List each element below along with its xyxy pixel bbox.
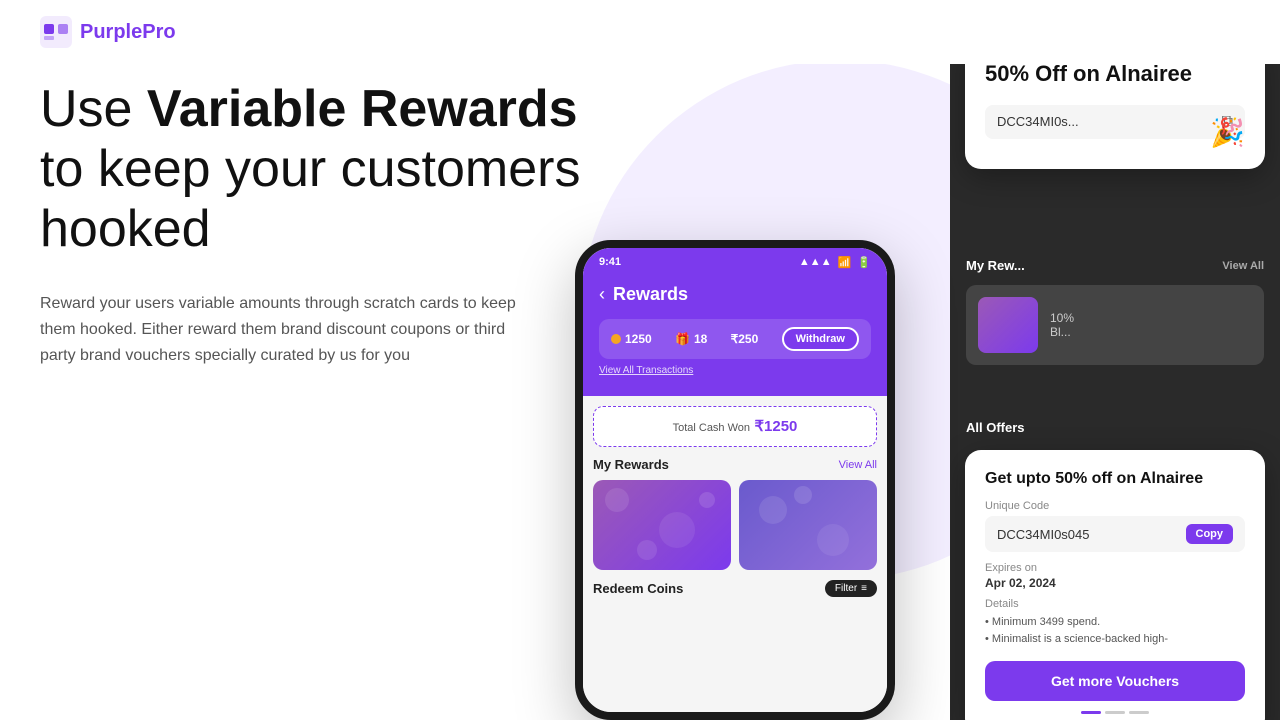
phone-screen: 9:41 ▲▲▲ 📶 🔋 ‹ Rewards 1250 🎁 18	[583, 248, 887, 712]
right-my-rewards: My Rew... View All 10%Bl...	[950, 250, 1280, 369]
phone-body: Total Cash Won ₹1250 My Rewards View All	[583, 396, 887, 613]
gifts-stat: 🎁 18	[675, 332, 707, 346]
offer-card-title: Get upto 50% off on Alnairee	[985, 470, 1245, 488]
coupon-code-row: DCC34MI0s... ⧉	[985, 105, 1245, 139]
left-content: Use Variable Rewards to keep your custom…	[40, 80, 600, 368]
scroll-dot-2	[1105, 711, 1125, 714]
phone-stats-row: 1250 🎁 18 ₹250 Withdraw	[599, 319, 871, 359]
phone-header-row: ‹ Rewards	[599, 284, 871, 305]
scroll-dot-3	[1129, 711, 1149, 714]
reward-card-2[interactable]	[739, 480, 877, 570]
headline: Use Variable Rewards to keep your custom…	[40, 80, 600, 259]
view-all-transactions-link[interactable]: View All Transactions	[599, 365, 871, 376]
rupees-stat: ₹250	[731, 332, 759, 346]
coins-stat: 1250	[611, 332, 652, 346]
offer-code: DCC34MI0s045	[997, 527, 1090, 542]
offer-code-row: DCC34MI0s045 Copy	[985, 516, 1245, 552]
right-panel: 1250 🔋 18 250 50% Off on Alnairee DCC34M…	[950, 0, 1280, 720]
my-rewards-header: My Rewards View All	[593, 457, 877, 472]
logo: PurplePro	[40, 16, 176, 48]
logo-text: PurplePro	[80, 21, 176, 44]
coupon-code: DCC34MI0s...	[997, 114, 1079, 129]
header: PurplePro	[0, 0, 1280, 64]
right-my-rewards-header: My Rew... View All	[950, 250, 1280, 281]
scroll-dot-1	[1081, 711, 1101, 714]
coupon-title: 50% Off on Alnairee	[985, 60, 1245, 89]
expires-label: Expires on	[985, 562, 1245, 574]
confetti-icon: 🎉	[1210, 116, 1245, 149]
all-offers-title: All Offers	[966, 420, 1264, 435]
withdraw-button[interactable]: Withdraw	[782, 327, 859, 351]
details-list: • Minimum 3499 spend. • Minimalist is a …	[985, 614, 1245, 647]
redeem-row: Redeem Coins Filter ≡	[593, 580, 877, 597]
phone-status-bar: 9:41 ▲▲▲ 📶 🔋	[583, 248, 887, 276]
reward-card-2-art	[739, 480, 877, 570]
phone-mockup: 9:41 ▲▲▲ 📶 🔋 ‹ Rewards 1250 🎁 18	[575, 240, 895, 720]
cash-won-box: Total Cash Won ₹1250	[593, 406, 877, 447]
offer-card: Get upto 50% off on Alnairee Unique Code…	[965, 450, 1265, 720]
phone-header: ‹ Rewards 1250 🎁 18 ₹250 Withdraw View A…	[583, 276, 887, 396]
scroll-indicator	[985, 711, 1245, 714]
details-label: Details	[985, 598, 1245, 610]
rewards-grid	[593, 480, 877, 570]
right-reward-art	[978, 297, 1038, 353]
right-reward-card: 10%Bl...	[966, 285, 1264, 365]
reward-card-1-art	[593, 480, 731, 570]
coin-icon	[611, 334, 621, 344]
get-vouchers-button[interactable]: Get more Vouchers	[985, 661, 1245, 701]
status-icons: ▲▲▲ 📶 🔋	[799, 256, 871, 269]
all-offers-section: All Offers	[950, 420, 1280, 445]
expires-date: Apr 02, 2024	[985, 576, 1245, 590]
copy-button[interactable]: Copy	[1186, 524, 1234, 544]
logo-icon	[40, 16, 72, 48]
back-arrow-icon[interactable]: ‹	[599, 284, 605, 305]
reward-card-1[interactable]	[593, 480, 731, 570]
gift-icon: 🎁	[675, 332, 690, 346]
unique-code-label: Unique Code	[985, 500, 1245, 512]
right-reward-text: 10%Bl...	[1050, 311, 1074, 339]
subtext: Reward your users variable amounts throu…	[40, 291, 530, 368]
filter-button[interactable]: Filter ≡	[825, 580, 877, 597]
